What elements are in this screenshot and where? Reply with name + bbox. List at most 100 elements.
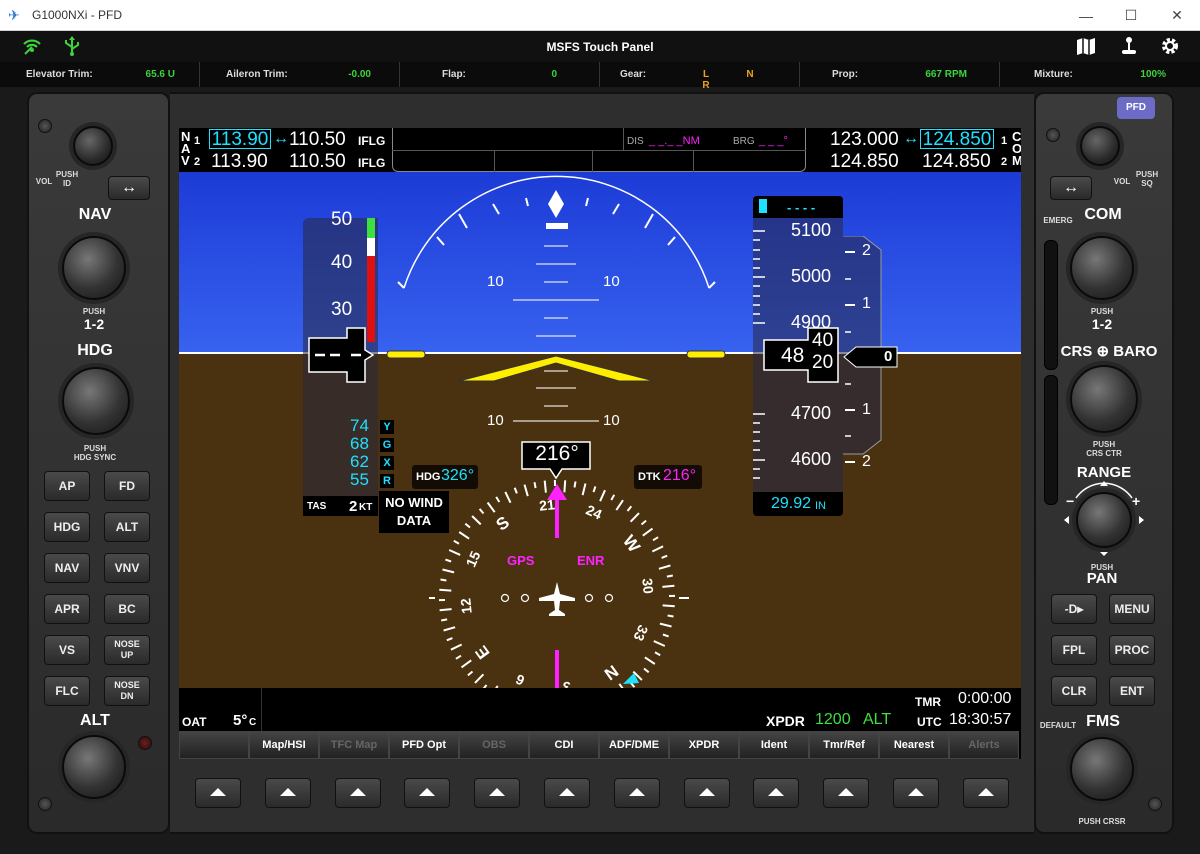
softkey-physical-button[interactable] bbox=[893, 778, 939, 808]
fms-knob[interactable] bbox=[1070, 737, 1134, 801]
vspeed-tag: G bbox=[380, 438, 394, 452]
clr-button[interactable]: CLR bbox=[1051, 676, 1097, 706]
aileron-trim-status: Aileron Trim: -0.00 bbox=[200, 62, 400, 87]
softkey-nearest[interactable]: Nearest bbox=[879, 731, 949, 759]
vol-knob[interactable] bbox=[73, 126, 113, 166]
softkey-blank[interactable] bbox=[179, 731, 249, 759]
bottom-divider bbox=[261, 688, 262, 731]
dtk-value: 216° bbox=[663, 467, 697, 484]
proc-button[interactable]: PROC bbox=[1109, 635, 1155, 665]
airspeed-white-arc bbox=[367, 238, 375, 256]
softkey-physical-button[interactable] bbox=[963, 778, 1009, 808]
com-12-label: 1-2 bbox=[1091, 316, 1113, 332]
oat-unit: C bbox=[249, 717, 257, 728]
alt-button[interactable]: ALT bbox=[104, 512, 150, 542]
com-swap-button[interactable]: ↔ bbox=[1050, 176, 1092, 200]
softkey-tfc-map[interactable]: TFC Map bbox=[319, 731, 389, 759]
vnv-button[interactable]: VNV bbox=[104, 553, 150, 583]
alt-knob[interactable] bbox=[62, 735, 126, 799]
altitude-roll-top: 40 bbox=[812, 330, 834, 351]
window-titlebar: ✈ G1000NXi - PFD — ☐ ✕ bbox=[0, 0, 1200, 31]
vs-button[interactable]: VS bbox=[44, 635, 90, 665]
softkey-adf-dme[interactable]: ADF/DME bbox=[599, 731, 669, 759]
softkey-xpdr[interactable]: XPDR bbox=[669, 731, 739, 759]
up-arrow-icon bbox=[419, 788, 435, 796]
dtk-label: DTK bbox=[638, 471, 661, 483]
hdg-bug-value: 326° bbox=[441, 467, 475, 484]
softkey-cdi[interactable]: CDI bbox=[529, 731, 599, 759]
hdg-knob[interactable] bbox=[62, 367, 130, 435]
pfd-screen: N A V 1 2 113.90 ↔ 110.50 IFLG 113.90 11… bbox=[179, 128, 1021, 731]
screw-icon bbox=[38, 119, 52, 133]
softkey-physical-button[interactable] bbox=[195, 778, 241, 808]
softkey-physical-button[interactable] bbox=[684, 778, 730, 808]
ent-button[interactable]: ENT bbox=[1109, 676, 1155, 706]
map-icon[interactable] bbox=[1074, 35, 1098, 59]
mixture-label: Mixture: bbox=[1034, 69, 1073, 80]
com-knob[interactable] bbox=[1070, 236, 1134, 300]
close-button[interactable]: ✕ bbox=[1154, 0, 1200, 31]
fd-button[interactable]: FD bbox=[104, 471, 150, 501]
softkey-alerts[interactable]: Alerts bbox=[949, 731, 1019, 759]
softkey-physical-button[interactable] bbox=[753, 778, 799, 808]
up-arrow-icon bbox=[210, 788, 226, 796]
softkey-physical-button[interactable] bbox=[614, 778, 660, 808]
menu-button[interactable]: MENU bbox=[1109, 594, 1155, 624]
vsi-scale-label: 2 bbox=[862, 242, 871, 259]
pfd-badge[interactable]: PFD bbox=[1117, 97, 1155, 119]
nav-swap-button[interactable]: ↔ bbox=[108, 176, 150, 200]
nav-button[interactable]: NAV bbox=[44, 553, 90, 583]
minimize-button[interactable]: — bbox=[1063, 0, 1109, 31]
nose-dn-button[interactable]: NOSE DN bbox=[104, 676, 150, 706]
nav-knob[interactable] bbox=[62, 236, 126, 300]
elevator-trim-value: 65.6 U bbox=[145, 69, 175, 80]
fpl-button[interactable]: FPL bbox=[1051, 635, 1097, 665]
compass-label: 30 bbox=[639, 577, 657, 595]
tas-label: TAS bbox=[307, 501, 327, 512]
altitude-bug-icon bbox=[759, 199, 767, 213]
maximize-button[interactable]: ☐ bbox=[1108, 0, 1154, 31]
direct-to-button[interactable]: -D▸ bbox=[1051, 594, 1097, 624]
bc-button[interactable]: BC bbox=[104, 594, 150, 624]
softkey-physical-button[interactable] bbox=[474, 778, 520, 808]
softkey-bar: Map/HSI TFC Map PFD Opt OBS CDI ADF/DME XPDR Id… bbox=[179, 731, 1021, 759]
range-knob[interactable] bbox=[1076, 492, 1132, 548]
ap-button[interactable]: AP bbox=[44, 471, 90, 501]
softkey-obs[interactable]: OBS bbox=[459, 731, 529, 759]
utc-value: 18:30:57 bbox=[949, 711, 1012, 728]
hdg-button[interactable]: HDG bbox=[44, 512, 90, 542]
softkey-physical-button[interactable] bbox=[335, 778, 381, 808]
window-title: G1000NXi - PFD bbox=[32, 8, 123, 22]
vsi-scale-label: 1 bbox=[862, 401, 871, 418]
apr-button[interactable]: APR bbox=[44, 594, 90, 624]
nose-up-button[interactable]: NOSE UP bbox=[104, 635, 150, 665]
alt-knob-label: ALT bbox=[80, 712, 110, 729]
flap-label: Flap: bbox=[442, 69, 466, 80]
screw-icon bbox=[1148, 797, 1162, 811]
hsi-compass-rose bbox=[429, 466, 689, 703]
nav-knob-label: NAV bbox=[78, 206, 112, 223]
crs-baro-knob[interactable] bbox=[1070, 365, 1138, 433]
softkey-physical-button[interactable] bbox=[544, 778, 590, 808]
softkey-ident[interactable]: Ident bbox=[739, 731, 809, 759]
settings-gear-icon[interactable] bbox=[1158, 35, 1182, 59]
up-arrow-icon bbox=[559, 788, 575, 796]
softkey-pfd-opt[interactable]: PFD Opt bbox=[389, 731, 459, 759]
hdg-knob-label: HDG bbox=[77, 342, 113, 359]
selected-altitude-value: - - - - bbox=[787, 200, 816, 215]
softkey-map-hsi[interactable]: Map/HSI bbox=[249, 731, 319, 759]
aileron-trim-value: -0.00 bbox=[348, 69, 371, 80]
up-arrow-icon bbox=[350, 788, 366, 796]
xpdr-code: 1200 bbox=[815, 711, 851, 728]
joystick-icon[interactable] bbox=[1117, 35, 1141, 59]
softkey-physical-button[interactable] bbox=[265, 778, 311, 808]
tmr-label: TMR bbox=[915, 695, 941, 709]
softkey-physical-button[interactable] bbox=[404, 778, 450, 808]
flap-value: 0 bbox=[551, 69, 557, 80]
softkey-tmr-ref[interactable]: Tmr/Ref bbox=[809, 731, 879, 759]
flc-button[interactable]: FLC bbox=[44, 676, 90, 706]
up-arrow-icon bbox=[699, 788, 715, 796]
softkey-physical-button[interactable] bbox=[823, 778, 869, 808]
airplane-app-icon: ✈ bbox=[8, 7, 20, 23]
com-vol-knob[interactable] bbox=[1080, 126, 1120, 166]
